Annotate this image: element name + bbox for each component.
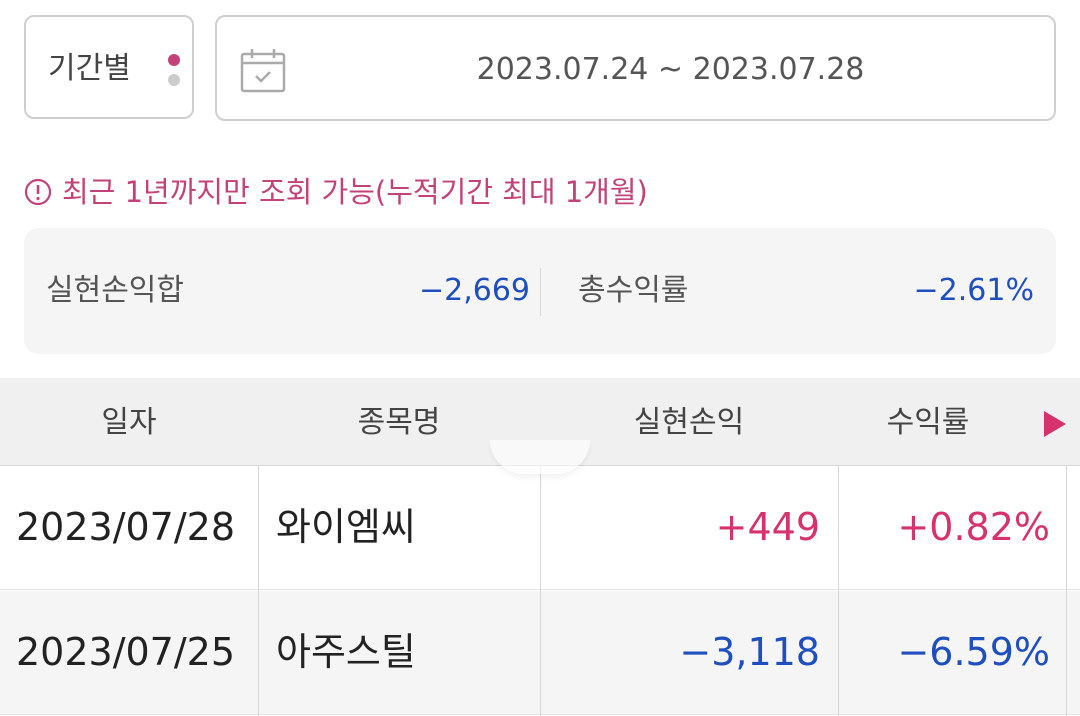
header-pnl: 실현손익: [633, 405, 745, 440]
date-range-text: 2023.07.24 ~ 2023.07.28: [476, 52, 865, 87]
header-rate: 수익률: [886, 405, 970, 440]
row-pnl: +449: [715, 505, 820, 549]
column-divider: [1066, 466, 1067, 716]
column-divider: [258, 466, 259, 716]
row-date: 2023/07/25: [16, 630, 236, 674]
row-name: 아주스틸: [276, 630, 416, 674]
header-date: 일자: [101, 405, 157, 440]
total-return-label: 총수익률: [578, 273, 689, 308]
date-range-picker[interactable]: 2023.07.24 ~ 2023.07.28: [215, 15, 1056, 121]
header-name: 종목명: [357, 405, 441, 440]
total-return-value: −2.61%: [913, 273, 1034, 308]
realized-sum-label: 실현손익합: [46, 273, 184, 308]
row-name: 와이엠씨: [276, 505, 416, 549]
summary-divider: [540, 268, 541, 316]
column-divider: [838, 466, 839, 716]
summary-box: 실현손익합 −2,669 총수익률 −2.61%: [24, 228, 1056, 354]
row-rate: −6.59%: [897, 630, 1050, 674]
calendar-icon: [240, 49, 286, 93]
filter-bar: 기간별 2023.07.24 ~ 2023.07.28: [24, 15, 1056, 121]
page-dot-active: [168, 54, 180, 66]
alert-circle-icon: [24, 178, 52, 206]
scroll-right-icon[interactable]: [1044, 411, 1066, 437]
realized-sum-value: −2,669: [418, 273, 530, 308]
page-dot-inactive: [168, 74, 180, 86]
row-rate: +0.82%: [897, 505, 1050, 549]
notice: 최근 1년까지만 조회 가능(누적기간 최대 1개월): [24, 172, 648, 212]
row-pnl: −3,118: [679, 630, 820, 674]
row-date: 2023/07/28: [16, 505, 236, 549]
column-divider: [540, 466, 541, 716]
period-label: 기간별: [48, 51, 131, 86]
period-select[interactable]: 기간별: [24, 15, 194, 119]
notice-text: 최근 1년까지만 조회 가능(누적기간 최대 1개월): [62, 175, 648, 209]
pnl-table: 일자 종목명 실현손익 수익률 2023/07/28 와이엠씨 +449 +0.…: [0, 378, 1080, 716]
